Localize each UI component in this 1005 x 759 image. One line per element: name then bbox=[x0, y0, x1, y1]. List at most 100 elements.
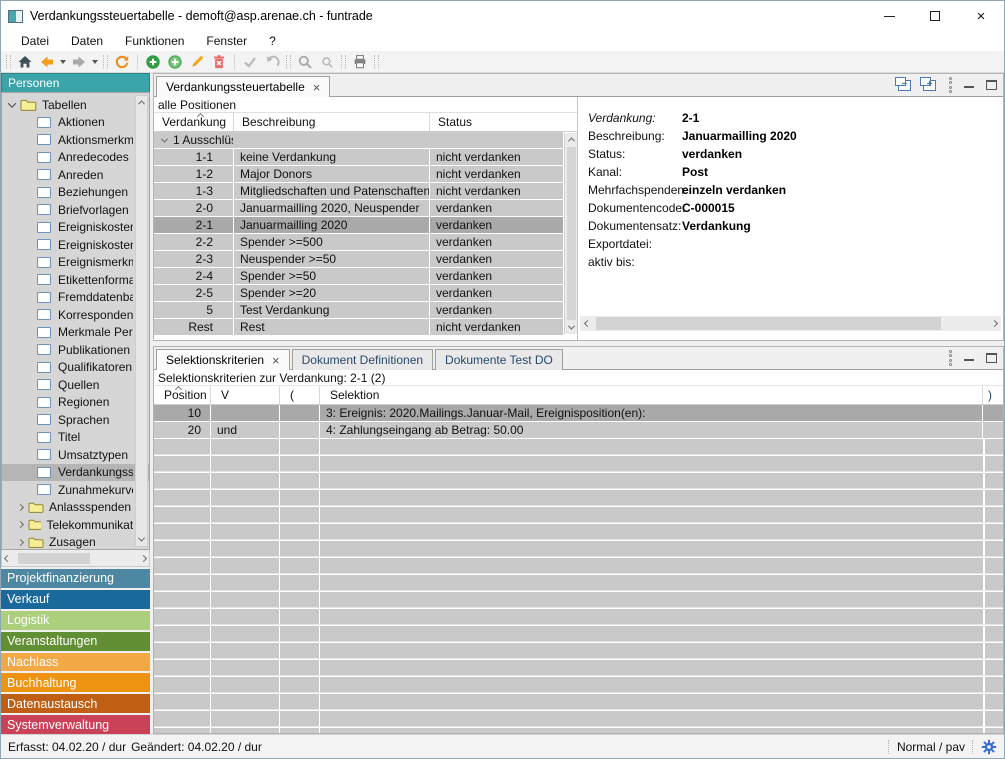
scrollbar-thumb[interactable] bbox=[567, 147, 576, 320]
tree-item[interactable]: Ereignismerkmale bbox=[2, 254, 149, 272]
scrollbar-thumb[interactable] bbox=[596, 317, 941, 330]
tree-item[interactable]: Anreden bbox=[2, 166, 149, 184]
panel-maximize-button[interactable] bbox=[986, 80, 997, 90]
tree-item[interactable]: Publikationen bbox=[2, 341, 149, 359]
back-button[interactable] bbox=[36, 52, 58, 72]
column-header-position[interactable]: Position bbox=[154, 386, 211, 404]
module-projektfinanzierung[interactable]: Projektfinanzierung bbox=[1, 569, 150, 588]
table-row[interactable]: 2-5Spender >=20verdanken bbox=[154, 285, 563, 302]
tree-item[interactable]: Aktionen bbox=[2, 114, 149, 132]
module-nachlass[interactable]: Nachlass bbox=[1, 653, 150, 672]
tree-folder-zusagen[interactable]: Zusagen bbox=[2, 534, 149, 551]
tree-item-verdankungssteuertabellen[interactable]: Verdankungssteuertabellen bbox=[2, 464, 149, 482]
scroll-down-icon[interactable] bbox=[136, 533, 147, 546]
tab-dokumente-test-do[interactable]: Dokumente Test DO bbox=[435, 349, 563, 370]
home-button[interactable] bbox=[14, 52, 36, 72]
undo-button[interactable] bbox=[261, 52, 283, 72]
module-logistik[interactable]: Logistik bbox=[1, 611, 150, 630]
module-verkauf[interactable]: Verkauf bbox=[1, 590, 150, 609]
tree-item[interactable]: Quellen bbox=[2, 376, 149, 394]
tab-close-icon[interactable]: × bbox=[272, 354, 280, 367]
tree-vertical-scrollbar[interactable] bbox=[135, 95, 148, 547]
tab-dokument-definitionen[interactable]: Dokument Definitionen bbox=[292, 349, 433, 370]
menu-datei[interactable]: Datei bbox=[10, 32, 60, 51]
tree-item[interactable]: Titel bbox=[2, 429, 149, 447]
search-small-button[interactable] bbox=[316, 52, 338, 72]
scroll-up-icon[interactable] bbox=[136, 96, 147, 109]
column-header-status[interactable]: Status bbox=[430, 113, 577, 131]
add-button[interactable] bbox=[142, 52, 164, 72]
table-row-selected[interactable]: 2-1Januarmailling 2020verdanken bbox=[154, 217, 563, 234]
tree-item[interactable]: Beziehungen bbox=[2, 184, 149, 202]
selektion-row-selected[interactable]: 10 3: Ereignis: 2020.Mailings.Januar-Mai… bbox=[154, 405, 1003, 422]
tree-item[interactable]: Sprachen bbox=[2, 411, 149, 429]
column-header-close-paren[interactable]: ) bbox=[983, 386, 1003, 404]
forward-button[interactable] bbox=[68, 52, 90, 72]
tree-item[interactable]: Umsatztypen bbox=[2, 446, 149, 464]
add-copy-button[interactable] bbox=[164, 52, 186, 72]
table-row[interactable]: 2-4Spender >=50verdanken bbox=[154, 268, 563, 285]
tree-item[interactable]: Briefvorlagen bbox=[2, 201, 149, 219]
selektion-row[interactable]: 20 und 4: Zahlungseingang ab Betrag: 50.… bbox=[154, 422, 1003, 439]
tree-item[interactable]: Ereigniskosten-B bbox=[2, 219, 149, 237]
panel-maximize-button[interactable] bbox=[986, 353, 997, 363]
table-row[interactable]: 1-2Major Donorsnicht verdanken bbox=[154, 166, 563, 183]
tree-item[interactable]: Aktionsmerkmale bbox=[2, 131, 149, 149]
tab-selektionskriterien[interactable]: Selektionskriterien × bbox=[156, 349, 290, 370]
grid-vertical-scrollbar[interactable] bbox=[564, 133, 577, 334]
collapse-all-button[interactable]: − bbox=[898, 80, 911, 91]
module-datenaustausch[interactable]: Datenaustausch bbox=[1, 694, 150, 713]
scroll-down-icon[interactable] bbox=[565, 321, 577, 334]
tree-item[interactable]: Anredecodes bbox=[2, 149, 149, 167]
tree-item[interactable]: Korrespondenz bbox=[2, 306, 149, 324]
scroll-up-icon[interactable] bbox=[565, 133, 577, 146]
tree-item[interactable]: Merkmale Personen bbox=[2, 324, 149, 342]
scroll-left-icon[interactable] bbox=[4, 554, 11, 561]
column-header-v[interactable]: V bbox=[211, 386, 280, 404]
scroll-left-icon[interactable] bbox=[580, 321, 594, 326]
tab-verdankungssteuertabelle[interactable]: Verdankungssteuertabelle × bbox=[156, 76, 330, 97]
tree-item[interactable]: Qualifikatoren bbox=[2, 359, 149, 377]
positions-filter[interactable]: alle Positionen bbox=[154, 97, 577, 113]
refresh-button[interactable] bbox=[111, 52, 133, 72]
module-systemverwaltung[interactable]: Systemverwaltung bbox=[1, 715, 150, 734]
menu-fenster[interactable]: Fenster bbox=[195, 32, 258, 51]
chevron-down-icon[interactable] bbox=[161, 135, 168, 142]
tree-item[interactable]: Zunahmekurven bbox=[2, 481, 149, 499]
confirm-button[interactable] bbox=[239, 52, 261, 72]
scroll-right-icon[interactable] bbox=[987, 321, 1001, 326]
menu-daten[interactable]: Daten bbox=[60, 32, 114, 51]
column-header-selektion[interactable]: Selektion bbox=[320, 386, 983, 404]
tree-item[interactable]: Fremddatenbanken bbox=[2, 289, 149, 307]
tree-item[interactable]: Etikettenformate bbox=[2, 271, 149, 289]
close-button[interactable]: × bbox=[958, 1, 1004, 31]
module-buchhaltung[interactable]: Buchhaltung bbox=[1, 673, 150, 692]
settings-gear-icon[interactable] bbox=[981, 739, 997, 755]
tree-item[interactable]: Regionen bbox=[2, 394, 149, 412]
table-row[interactable]: 5Test Verdankungverdanken bbox=[154, 302, 563, 319]
panel-menu-icon[interactable] bbox=[948, 77, 952, 93]
table-row[interactable]: 2-2Spender >=500verdanken bbox=[154, 234, 563, 251]
table-row[interactable]: RestRestnicht verdanken bbox=[154, 319, 563, 336]
expand-all-button[interactable]: + bbox=[923, 80, 936, 91]
tab-close-icon[interactable]: × bbox=[313, 81, 321, 94]
column-header-verdankung[interactable]: Verdankung bbox=[154, 113, 234, 131]
detail-horizontal-scrollbar[interactable] bbox=[580, 316, 1001, 331]
tree-folder-telekommunikation[interactable]: Telekommunikation bbox=[2, 516, 149, 534]
table-row[interactable]: 2-3Neuspender >=50verdanken bbox=[154, 251, 563, 268]
table-row[interactable]: 1-1keine Verdankungnicht verdanken bbox=[154, 149, 563, 166]
column-header-open-paren[interactable]: ( bbox=[280, 386, 320, 404]
print-button[interactable] bbox=[349, 52, 371, 72]
tree-horizontal-scrollbar[interactable] bbox=[1, 550, 150, 567]
back-dropdown-button[interactable] bbox=[58, 52, 68, 72]
scroll-right-icon[interactable] bbox=[140, 554, 147, 561]
menu-help[interactable]: ? bbox=[258, 32, 287, 51]
column-header-beschreibung[interactable]: Beschreibung bbox=[234, 113, 430, 131]
maximize-button[interactable] bbox=[912, 1, 958, 31]
tree-folder-anlassspenden[interactable]: Anlassspenden bbox=[2, 499, 149, 517]
delete-button[interactable] bbox=[208, 52, 230, 72]
tree-item-tabellen[interactable]: Tabellen bbox=[2, 96, 149, 114]
panel-minimize-button[interactable] bbox=[964, 86, 974, 88]
search-button[interactable] bbox=[294, 52, 316, 72]
sidebar-header-personen[interactable]: Personen bbox=[1, 73, 150, 92]
